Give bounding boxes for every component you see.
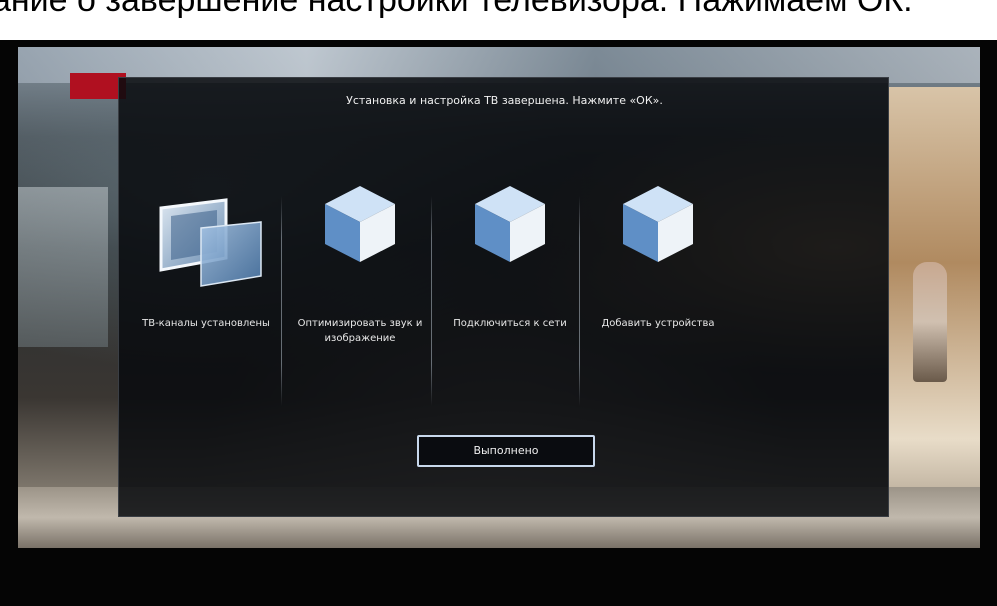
separator — [281, 196, 282, 406]
done-button[interactable]: Выполнено — [417, 435, 595, 467]
separator — [431, 196, 432, 406]
option-optimize-sound-picture[interactable]: Оптимизировать звук и изображение — [285, 178, 435, 388]
background-person — [913, 262, 947, 382]
option-label: Оптимизировать звук и изображение — [297, 318, 423, 344]
setup-complete-dialog: Установка и настройка ТВ завершена. Нажм… — [118, 77, 889, 517]
cube-icon — [475, 186, 545, 262]
video-caption-text: ание о завершение настройки телевизора. … — [0, 0, 913, 19]
cube-icon — [623, 186, 693, 262]
tv-screen: Установка и настройка ТВ завершена. Нажм… — [18, 47, 980, 548]
video-caption-bar: ание о завершение настройки телевизора. … — [0, 0, 997, 40]
cube-icon — [325, 186, 395, 262]
separator — [579, 196, 580, 406]
option-label: ТВ-каналы установлены — [142, 318, 270, 329]
option-add-devices[interactable]: Добавить устройства — [583, 178, 733, 388]
screens-icon — [159, 198, 262, 287]
option-label: Добавить устройства — [601, 318, 715, 329]
background-window — [18, 187, 108, 347]
option-label: Подключиться к сети — [453, 318, 567, 329]
option-connect-network[interactable]: Подключиться к сети — [435, 178, 585, 388]
dialog-title: Установка и настройка ТВ завершена. Нажм… — [346, 94, 663, 107]
option-channels-installed[interactable]: ТВ-каналы установлены — [131, 178, 281, 388]
